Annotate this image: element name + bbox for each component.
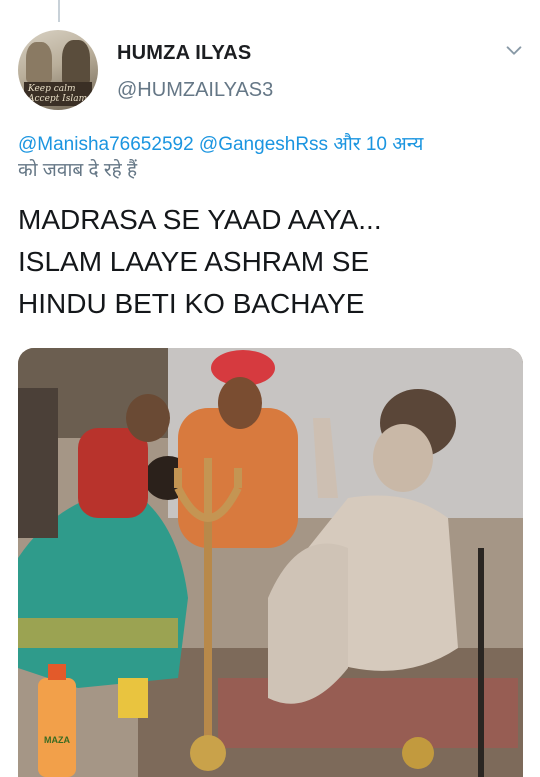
avatar-figure-right xyxy=(62,40,90,84)
tweet-text: MADRASA SE YAAD AAYA... ISLAM LAAYE ASHR… xyxy=(18,199,523,325)
tweet-text-line: MADRASA SE YAAD AAYA... xyxy=(18,204,382,235)
mention-link-2[interactable]: @GangeshRss xyxy=(199,134,328,155)
tweet-text-line: HINDU BETI KO BACHAYE xyxy=(18,288,365,319)
avatar-sign: Keep calm Accept Islam xyxy=(24,82,92,106)
child-red-dress xyxy=(78,428,148,518)
bottle-label: MAZA xyxy=(44,735,70,745)
avatar[interactable]: Keep calm Accept Islam xyxy=(18,30,98,110)
photo-illustration: MAZA xyxy=(18,348,523,777)
avatar-sign-text: Keep calm Accept Islam xyxy=(28,84,88,104)
bottle-cap xyxy=(48,664,66,680)
reply-connector: और xyxy=(333,134,361,155)
mention-link-1[interactable]: @Manisha76652592 xyxy=(18,134,194,155)
reply-suffix: को जवाब दे रहे हैं xyxy=(18,160,138,181)
tweet-photo[interactable]: MAZA xyxy=(18,348,523,777)
thread-connector-line xyxy=(58,0,60,22)
brass-pot xyxy=(190,735,226,771)
left-person xyxy=(18,388,58,538)
user-handle[interactable]: @HUMZAILYAS3 xyxy=(117,79,273,102)
sadhu-face xyxy=(373,424,433,492)
brass-lamp xyxy=(402,737,434,769)
display-name[interactable]: HUMZA ILYAS xyxy=(117,42,251,65)
mat xyxy=(218,678,518,748)
reply-context: @Manisha76652592 @GangeshRss और 10 अन्य … xyxy=(18,132,528,184)
trident-staff xyxy=(204,498,212,738)
bottle xyxy=(38,678,76,777)
avatar-figure-left xyxy=(26,42,52,82)
tweet-text-line: ISLAM LAAYE ASHRAM SE xyxy=(18,246,370,277)
others-link[interactable]: 10 अन्य xyxy=(366,134,424,155)
chevron-down-icon[interactable] xyxy=(503,40,525,62)
offering-pack xyxy=(118,678,148,718)
sword xyxy=(478,548,484,777)
child-head xyxy=(126,394,170,442)
man-face xyxy=(218,377,262,429)
sari-border xyxy=(18,618,178,648)
